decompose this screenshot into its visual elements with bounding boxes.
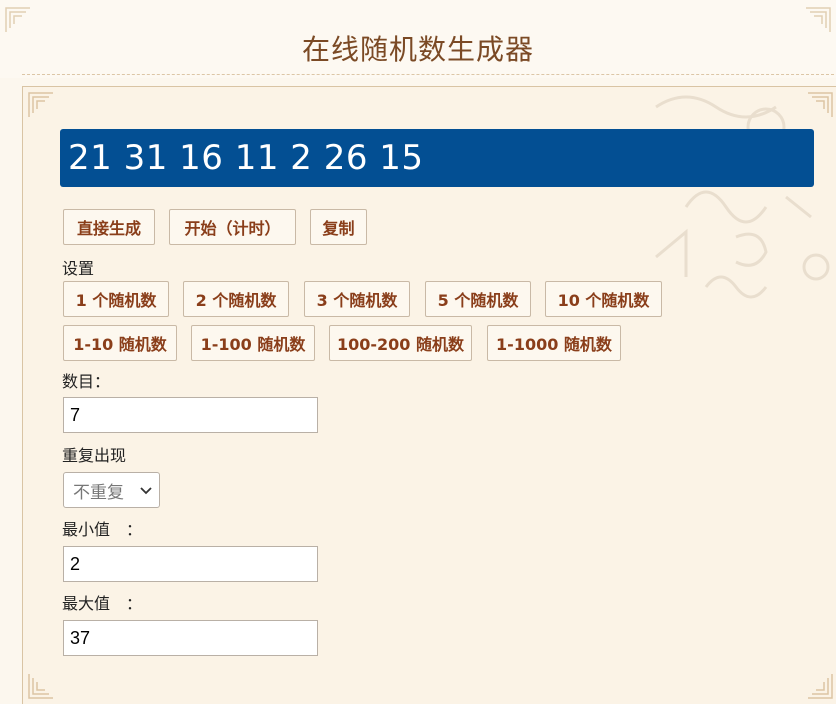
repeat-select[interactable]: 不重复 xyxy=(63,472,160,508)
preset-2-numbers-button[interactable]: 2 个随机数 xyxy=(183,281,289,317)
page-title: 在线随机数生成器 xyxy=(301,33,534,66)
count-input[interactable] xyxy=(63,397,318,433)
chevron-down-icon xyxy=(140,487,152,495)
preset-range-1-100-button[interactable]: 1-100 随机数 xyxy=(191,325,315,361)
main-panel: 21 31 16 11 2 26 15 直接生成 开始（计时） 复制 设置 1 … xyxy=(22,86,836,704)
page-header: 在线随机数生成器 xyxy=(0,0,836,78)
preset-1-number-button[interactable]: 1 个随机数 xyxy=(63,281,169,317)
preset-5-numbers-button[interactable]: 5 个随机数 xyxy=(425,281,531,317)
corner-ornament-icon xyxy=(27,672,55,700)
preset-range-1-10-button[interactable]: 1-10 随机数 xyxy=(63,325,177,361)
preset-range-100-200-button[interactable]: 100-200 随机数 xyxy=(329,325,472,361)
settings-label: 设置 xyxy=(62,259,95,278)
preset-3-numbers-button[interactable]: 3 个随机数 xyxy=(304,281,410,317)
preset-range-1-1000-button[interactable]: 1-1000 随机数 xyxy=(487,325,621,361)
corner-ornament-icon xyxy=(806,672,834,700)
corner-ornament-icon xyxy=(806,91,834,119)
preset-10-numbers-button[interactable]: 10 个随机数 xyxy=(545,281,662,317)
start-timed-button[interactable]: 开始（计时） xyxy=(169,209,296,245)
repeat-select-value: 不重复 xyxy=(73,482,124,503)
corner-ornament-icon xyxy=(27,91,55,119)
max-label: 最大值 ： xyxy=(62,594,143,613)
result-display: 21 31 16 11 2 26 15 xyxy=(60,129,814,187)
min-value-input[interactable] xyxy=(63,546,318,582)
repeat-label: 重复出现 xyxy=(62,446,127,465)
count-label: 数目： xyxy=(62,372,111,391)
max-value-input[interactable] xyxy=(63,620,318,656)
generate-button[interactable]: 直接生成 xyxy=(63,209,155,245)
min-label: 最小值 ： xyxy=(62,520,143,539)
copy-button[interactable]: 复制 xyxy=(310,209,367,245)
header-divider xyxy=(22,74,834,75)
